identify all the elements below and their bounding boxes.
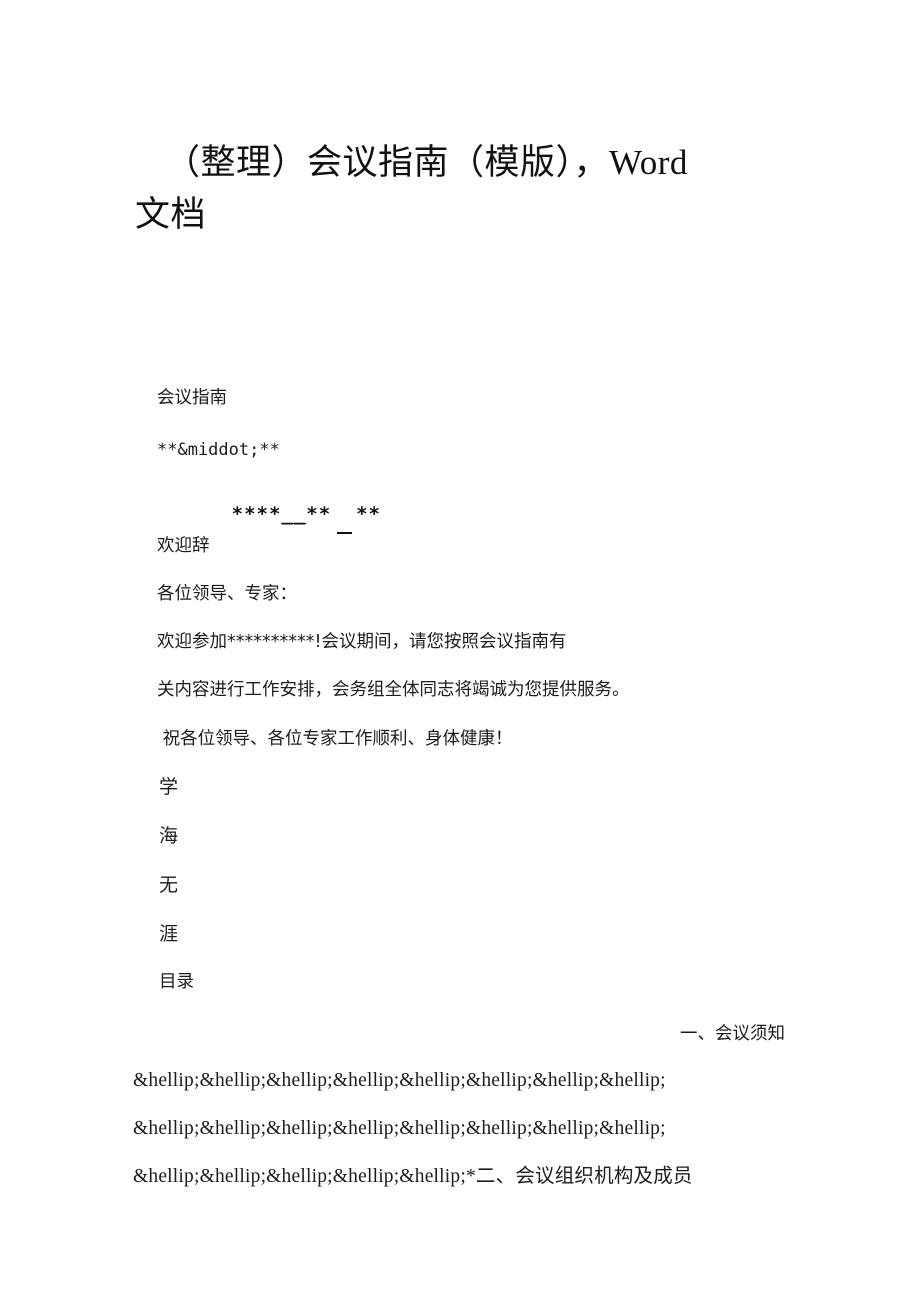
welcome-paragraph-line-2: 关内容进行工作安排，会务组全体同志将竭诚为您提供服务。 bbox=[157, 680, 630, 700]
document-page: （整理）会议指南（模版），Word 文档 会议指南 **&middot;** *… bbox=[0, 0, 920, 1301]
toc-entry-1[interactable]: 一、会议须知 bbox=[130, 1021, 785, 1047]
date-underline-1: __ bbox=[281, 503, 307, 525]
toc-dots-line-2: &hellip;&hellip;&hellip;&hellip;&hellip;… bbox=[133, 1118, 666, 1139]
welcome-heading: 欢迎辞 bbox=[157, 536, 210, 556]
watermark-char-2: 海 bbox=[159, 826, 179, 847]
page-title: （整理）会议指南（模版），Word 文档 bbox=[135, 137, 795, 241]
watermark-char-3: 无 bbox=[159, 875, 179, 896]
organization-placeholder: **&middot;** bbox=[157, 440, 280, 460]
page-title-line-2: 文档 bbox=[135, 195, 207, 234]
watermark-char-4: 涯 bbox=[159, 924, 179, 945]
date-year: **** bbox=[231, 503, 282, 525]
watermark-char-1: 学 bbox=[159, 777, 179, 798]
section-heading-meeting-guide: 会议指南 bbox=[157, 388, 227, 408]
salutation: 各位领导、专家： bbox=[157, 584, 297, 604]
toc-dots-line-3: &hellip;&hellip;&hellip;&hellip;&hellip;… bbox=[133, 1166, 693, 1187]
toc-dots-line-1: &hellip;&hellip;&hellip;&hellip;&hellip;… bbox=[133, 1070, 666, 1091]
toc-heading: 目录 bbox=[159, 972, 194, 992]
closing-wishes: 祝各位领导、各位专家工作顺利、身体健康！ bbox=[157, 729, 513, 749]
date-day: ** bbox=[356, 503, 381, 525]
date-month: ** bbox=[306, 503, 332, 525]
welcome-paragraph-line-1: 欢迎参加**********!会议期间，请您按照会议指南有 bbox=[157, 632, 567, 652]
page-title-line-1: （整理）会议指南（模版），Word bbox=[165, 143, 688, 182]
date-underline-2 bbox=[331, 503, 356, 525]
